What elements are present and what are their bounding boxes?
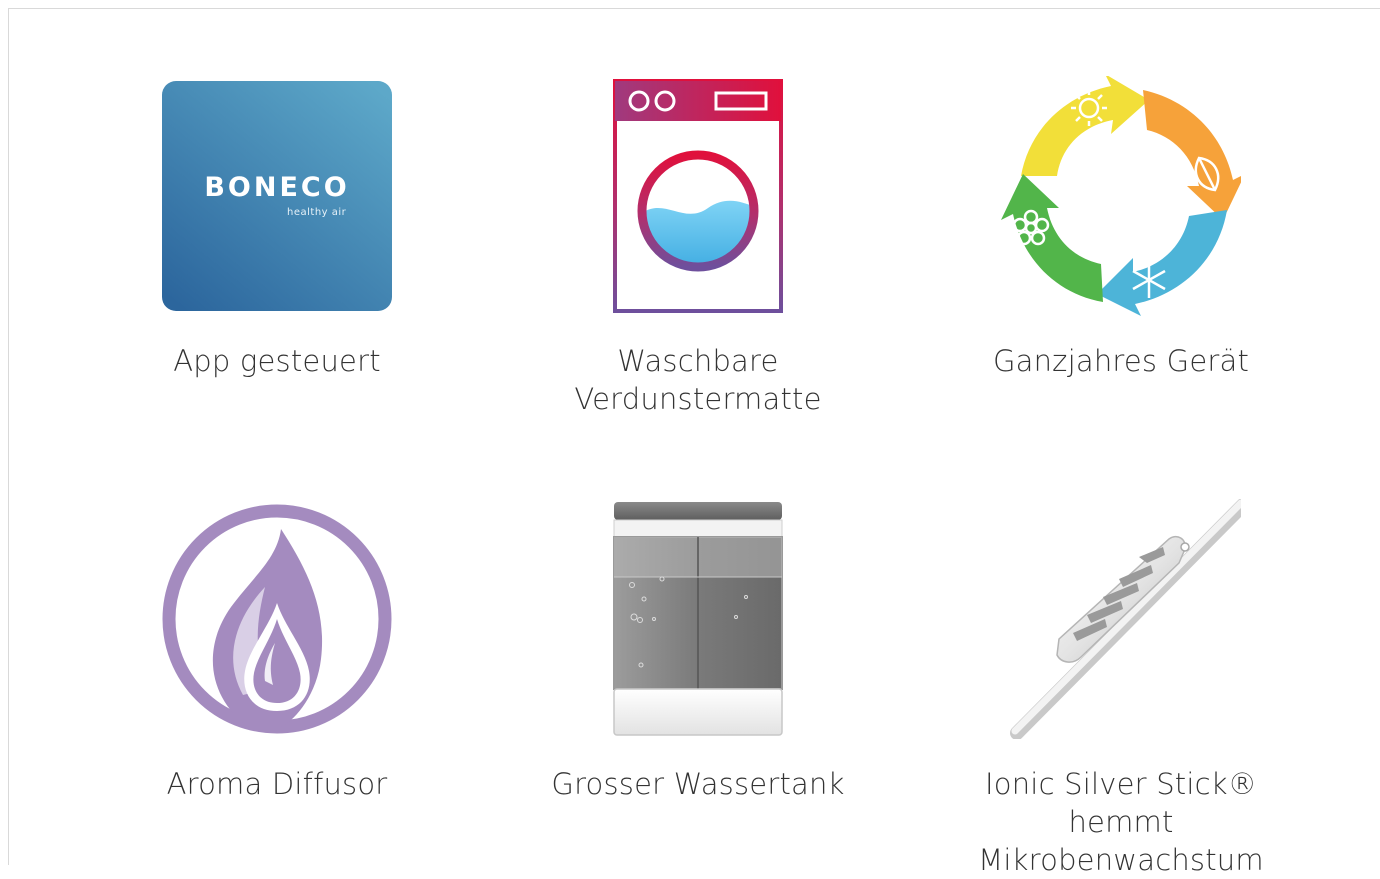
feature-label-line: Ganzjahres Gerät: [992, 344, 1250, 378]
brand-logo-text: BONECO: [204, 172, 350, 203]
feature-label: App gesteuert: [97, 342, 457, 380]
app-icon: BONECO healthy air: [157, 76, 397, 316]
feature-app: BONECO healthy air App gesteuert: [97, 76, 457, 380]
silver-stick-icon: [1001, 499, 1241, 739]
feature-stick: Ionic Silver Stick® hemmt Mikrobenwachst…: [941, 499, 1301, 879]
feature-label: Waschbare Verdunstermatte: [518, 342, 878, 418]
feature-label-line: Ionic Silver Stick®: [985, 767, 1257, 801]
washing-machine-icon: [578, 76, 818, 316]
feature-label-line: Waschbare: [617, 344, 779, 378]
feature-tank: Grosser Wassertank: [518, 499, 878, 803]
feature-mat: Waschbare Verdunstermatte: [518, 76, 878, 418]
feature-label-line: Grosser Wassertank: [551, 767, 845, 801]
feature-label: Aroma Diffusor: [97, 765, 457, 803]
brand-tagline: healthy air: [287, 207, 347, 218]
feature-label: Ganzjahres Gerät: [941, 342, 1301, 380]
feature-label: Ionic Silver Stick® hemmt Mikrobenwachst…: [941, 765, 1301, 879]
aroma-drop-icon: [157, 499, 397, 739]
feature-label-line: hemmt Mikrobenwachstum: [978, 805, 1264, 877]
feature-label: Grosser Wassertank: [518, 765, 878, 803]
feature-label-line: Verdunstermatte: [574, 382, 822, 416]
feature-aroma: Aroma Diffusor: [97, 499, 457, 803]
seasons-cycle-icon: [1001, 76, 1241, 316]
feature-label-line: App gesteuert: [173, 344, 381, 378]
feature-label-line: Aroma Diffusor: [166, 767, 388, 801]
feature-year: Ganzjahres Gerät: [941, 76, 1301, 380]
water-tank-icon: [578, 499, 818, 739]
